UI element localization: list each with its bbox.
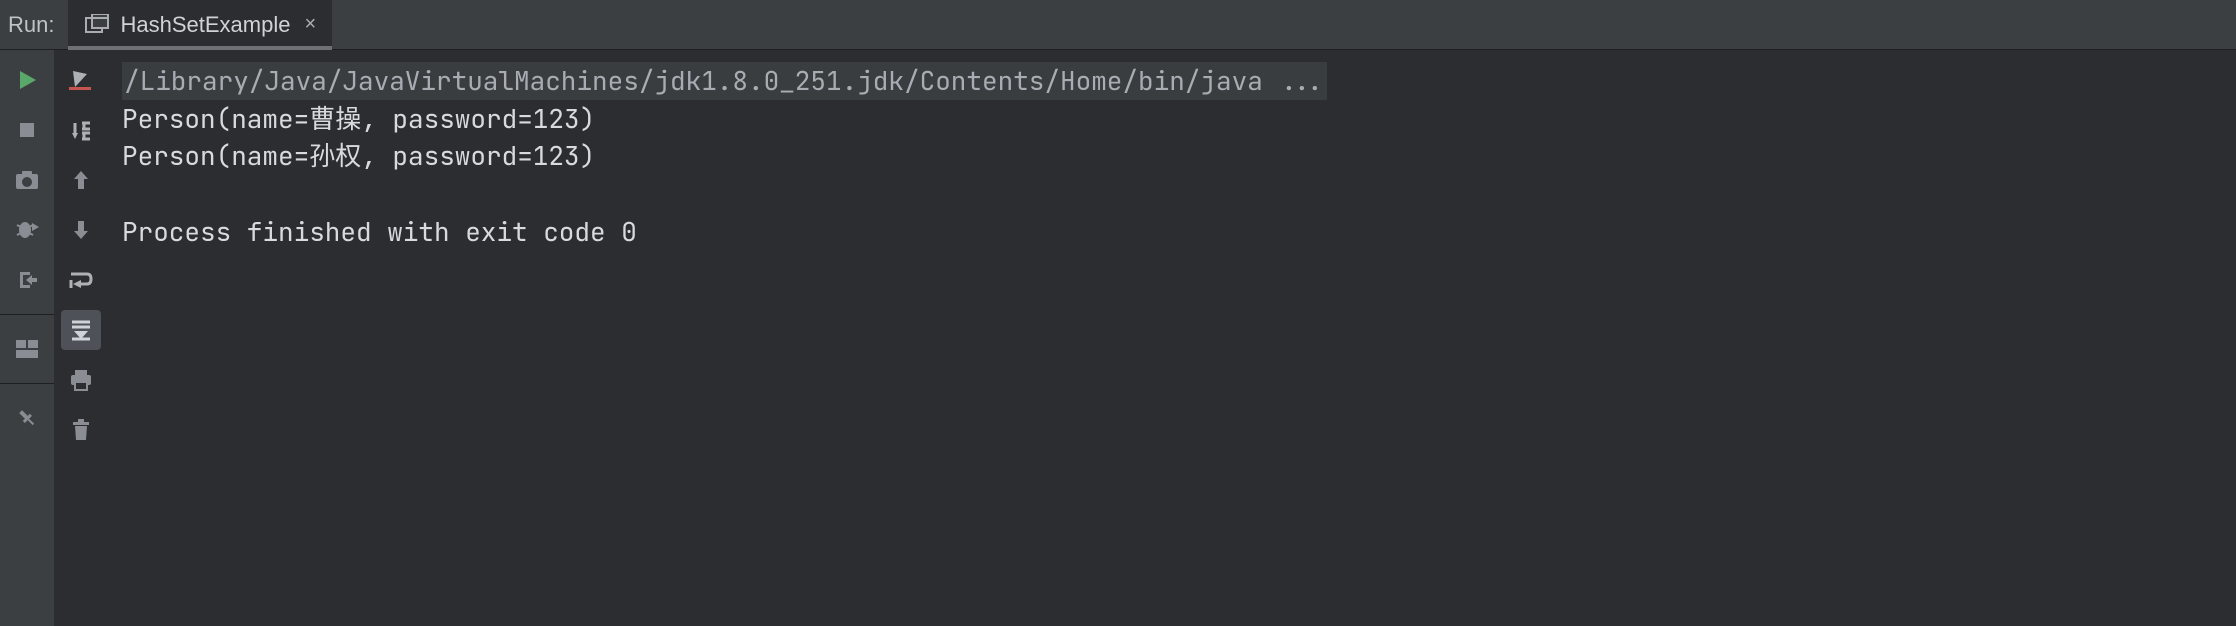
camera-icon[interactable] bbox=[7, 160, 47, 200]
output-line: Person(name=孙权, password=123) bbox=[122, 138, 595, 173]
tabbar: Run: HashSetExample × bbox=[0, 0, 2236, 50]
up-arrow-icon[interactable] bbox=[61, 160, 101, 200]
stop-button[interactable] bbox=[7, 110, 47, 150]
rerun-button[interactable] bbox=[7, 60, 47, 100]
tab-title: HashSetExample bbox=[120, 12, 290, 38]
body: /Library/Java/JavaVirtualMachines/jdk1.8… bbox=[0, 50, 2236, 626]
separator bbox=[0, 314, 54, 315]
trash-icon[interactable] bbox=[61, 410, 101, 450]
debug-dump-icon[interactable] bbox=[7, 210, 47, 250]
run-tool-window: Run: HashSetExample × bbox=[0, 0, 2236, 626]
command-line: /Library/Java/JavaVirtualMachines/jdk1.8… bbox=[122, 62, 1327, 100]
print-icon[interactable] bbox=[61, 360, 101, 400]
close-icon[interactable]: × bbox=[300, 13, 316, 36]
tab-underline bbox=[68, 46, 332, 50]
output-line: Person(name=曹操, password=123) bbox=[122, 101, 595, 136]
step-icon[interactable] bbox=[61, 110, 101, 150]
console-output[interactable]: /Library/Java/JavaVirtualMachines/jdk1.8… bbox=[108, 50, 2236, 626]
exit-icon[interactable] bbox=[7, 260, 47, 300]
run-label: Run: bbox=[6, 12, 68, 38]
edit-run-config-icon[interactable] bbox=[61, 60, 101, 100]
separator bbox=[0, 383, 54, 384]
layout-icon[interactable] bbox=[7, 329, 47, 369]
tab-hashset-example[interactable]: HashSetExample × bbox=[68, 0, 332, 49]
inner-gutter bbox=[54, 50, 108, 626]
pin-icon[interactable] bbox=[7, 398, 47, 438]
down-arrow-icon[interactable] bbox=[61, 210, 101, 250]
left-gutter bbox=[0, 50, 54, 626]
soft-wrap-icon[interactable] bbox=[61, 260, 101, 300]
application-icon bbox=[84, 14, 110, 36]
exit-line: Process finished with exit code 0 bbox=[122, 214, 637, 249]
scroll-to-end-icon[interactable] bbox=[61, 310, 101, 350]
